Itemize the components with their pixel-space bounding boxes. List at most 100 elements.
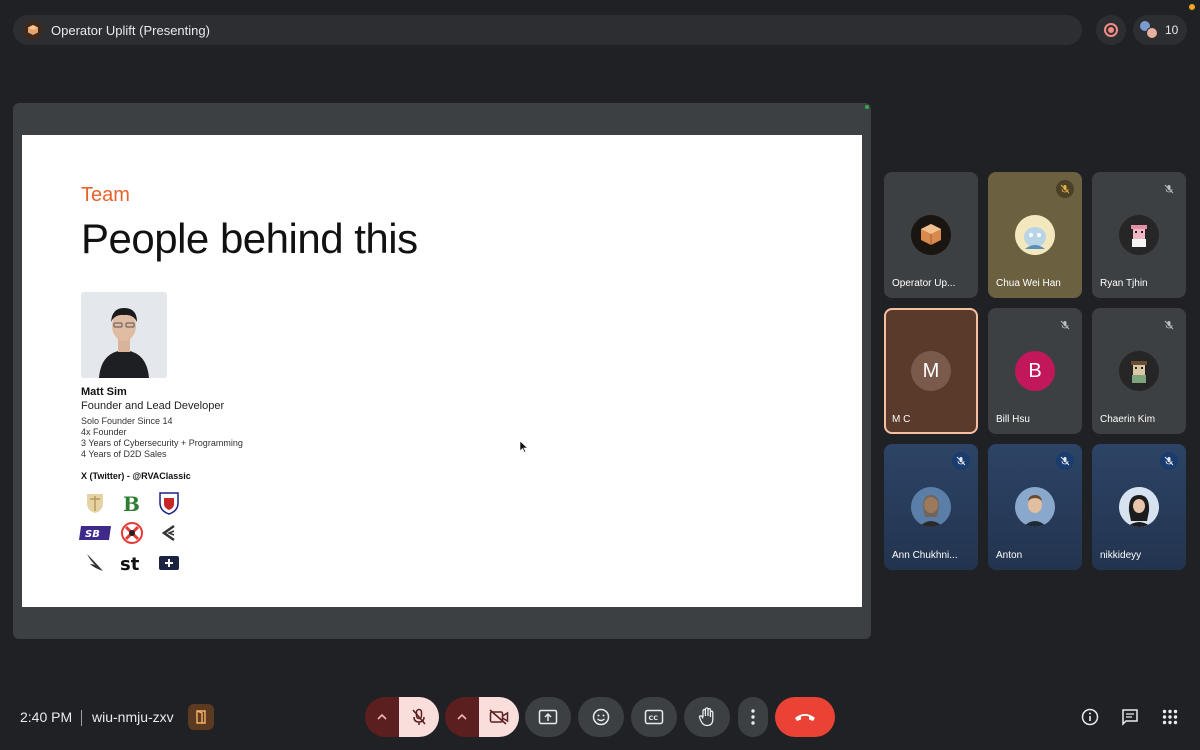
svg-text:CC: CC [649, 714, 659, 722]
meeting-code: wiu-nmju-zxv [92, 709, 174, 725]
hand-icon [698, 707, 714, 727]
mic-off-icon [952, 452, 970, 470]
meeting-title-pill[interactable]: Operator Uplift (Presenting) [13, 15, 1082, 45]
sb-logo-icon: SB [77, 518, 113, 548]
chevron-up-icon [377, 713, 387, 720]
more-vert-icon [751, 709, 755, 725]
svg-text:SB: SB [85, 529, 100, 540]
meeting-details-button[interactable] [1077, 704, 1103, 730]
mic-off-icon [1056, 452, 1074, 470]
mic-off-icon [412, 708, 426, 725]
founder-twitter: X (Twitter) - @RVAClassic [81, 471, 191, 481]
plus-box-logo-icon [151, 548, 187, 578]
participant-name: Operator Up... [892, 278, 956, 289]
participant-avatar: B [1015, 351, 1055, 391]
recording-button[interactable] [1096, 15, 1126, 45]
company-logos: B SB st [77, 488, 187, 578]
crest-logo-icon [77, 488, 113, 518]
presentation-slide: Team People behind this Matt Sim Founder… [22, 135, 862, 607]
camera-toggle-button[interactable] [479, 697, 519, 737]
cartoon-avatar [1015, 215, 1055, 255]
fact-item: 3 Years of Cybersecurity + Programming [81, 438, 243, 448]
raise-hand-button[interactable] [684, 697, 730, 737]
presenting-indicator [865, 105, 869, 109]
participants-avatars-icon [1139, 20, 1159, 40]
founder-photo [81, 292, 167, 378]
meeting-title: Operator Uplift (Presenting) [51, 22, 210, 38]
fact-item: Solo Founder Since 14 [81, 416, 173, 426]
participant-photo [1015, 487, 1055, 527]
participant-photo [1119, 487, 1159, 527]
activities-button[interactable] [1157, 704, 1183, 730]
shield-logo-icon [151, 488, 187, 518]
divider [81, 710, 82, 726]
participant-name: M C [892, 414, 911, 425]
present-screen-button[interactable] [525, 697, 571, 737]
participant-avatar: M [911, 351, 951, 391]
cube-logo-icon [23, 20, 43, 40]
fact-item: 4x Founder [81, 427, 127, 437]
participant-name: Chua Wei Han [996, 278, 1061, 289]
notification-dot [1189, 4, 1195, 10]
cube-logo-icon [911, 215, 951, 255]
people-button[interactable]: 10 [1133, 15, 1187, 45]
founder-role: Founder and Lead Developer [81, 400, 225, 412]
participant-tile-speaking[interactable]: M M C [884, 308, 978, 434]
st-logo-icon: st [113, 548, 151, 578]
slide-heading: People behind this [81, 215, 418, 262]
closed-captions-icon: CC [644, 709, 664, 725]
pixel-avatar [1119, 215, 1159, 255]
participant-tile[interactable]: nikkideyy [1092, 444, 1186, 570]
record-icon [1104, 23, 1118, 37]
participant-tile[interactable]: Ann Chukhni... [884, 444, 978, 570]
participant-tile[interactable]: Operator Up... [884, 172, 978, 298]
fact-item: 4 Years of D2D Sales [81, 449, 167, 459]
svg-text:B: B [123, 492, 140, 515]
mic-off-icon [1160, 316, 1178, 334]
camera-off-icon [489, 709, 509, 725]
leave-call-button[interactable] [775, 697, 835, 737]
participant-tile[interactable]: B Bill Hsu [988, 308, 1082, 434]
participant-name: Ann Chukhni... [892, 550, 958, 561]
participant-count: 10 [1165, 23, 1179, 37]
participant-name: Chaerin Kim [1100, 414, 1156, 425]
chat-button[interactable] [1117, 704, 1143, 730]
mic-toggle-button[interactable] [399, 697, 439, 737]
mic-off-icon [1056, 316, 1074, 334]
call-end-icon [795, 714, 815, 721]
gothic-b-logo-icon: B [113, 488, 151, 518]
info-icon [1081, 708, 1099, 726]
meeting-clock: 2:40 PM [20, 709, 73, 725]
apps-grid-icon [1162, 709, 1178, 725]
x-knot-logo-icon [113, 518, 151, 548]
mic-off-icon [1160, 180, 1178, 198]
chat-icon [1122, 709, 1138, 726]
captions-button[interactable]: CC [631, 697, 677, 737]
participant-tile[interactable]: Ryan Tjhin [1092, 172, 1186, 298]
chevron-up-icon [457, 713, 467, 720]
camera-options-button[interactable] [445, 697, 479, 737]
participant-tile[interactable]: Chaerin Kim [1092, 308, 1186, 434]
participant-tile[interactable]: Anton [988, 444, 1082, 570]
door-icon[interactable] [188, 704, 214, 730]
pixel-avatar [1119, 351, 1159, 391]
more-options-button[interactable] [738, 697, 768, 737]
participant-name: Anton [996, 550, 1023, 561]
founder-facts: Solo Founder Since 14 4x Founder 3 Years… [81, 416, 243, 460]
slide-eyebrow: Team [81, 184, 130, 206]
mouse-cursor-icon [519, 440, 529, 458]
reactions-button[interactable] [578, 697, 624, 737]
mic-off-icon [1160, 452, 1178, 470]
mic-off-icon [1056, 180, 1074, 198]
svg-text:st: st [120, 554, 140, 574]
participant-name: nikkideyy [1100, 550, 1142, 561]
wing-logo-icon [77, 548, 113, 578]
participant-tile[interactable]: Chua Wei Han [988, 172, 1082, 298]
participant-photo [911, 487, 951, 527]
participant-name: Bill Hsu [996, 414, 1030, 425]
chevron-logo-icon [151, 518, 187, 548]
founder-name: Matt Sim [81, 386, 127, 398]
mic-options-button[interactable] [365, 697, 399, 737]
participant-name: Ryan Tjhin [1100, 278, 1148, 289]
present-to-all-icon [538, 709, 558, 725]
